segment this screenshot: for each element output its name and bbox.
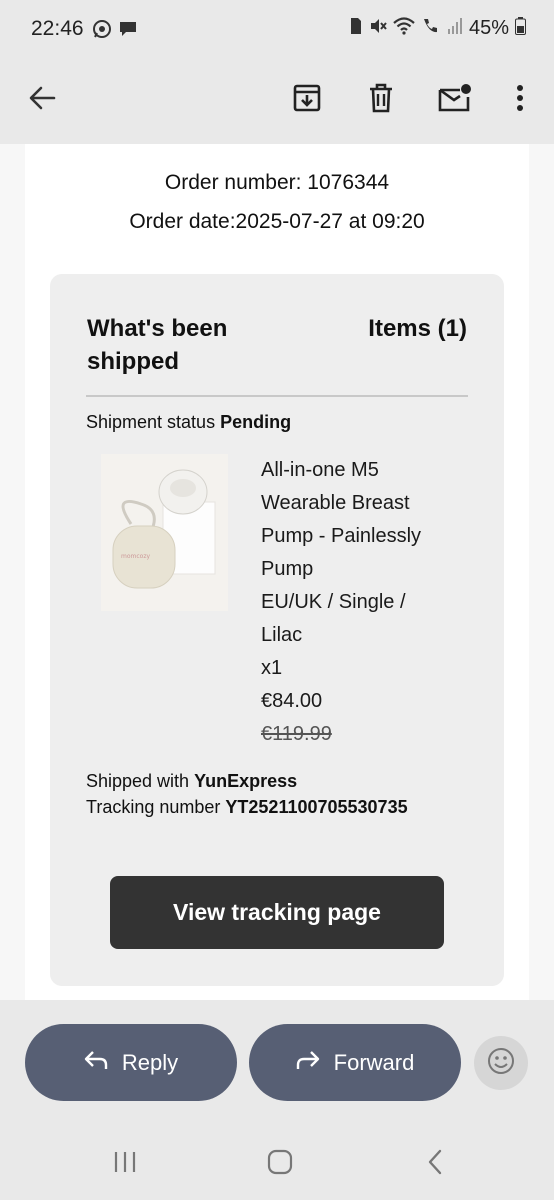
whatsapp-icon bbox=[92, 19, 112, 44]
shipment-status-label: Shipment status bbox=[86, 412, 216, 432]
archive-icon bbox=[292, 83, 322, 118]
chat-icon bbox=[118, 19, 138, 44]
emoji-icon bbox=[487, 1047, 515, 1080]
nav-back-button[interactable] bbox=[415, 1144, 455, 1184]
email-body: Order number: 1076344 Order date:2025-07… bbox=[25, 144, 529, 1000]
status-bar: 22:46 45% bbox=[0, 0, 554, 60]
back-button[interactable] bbox=[18, 76, 66, 124]
archive-button[interactable] bbox=[283, 76, 331, 124]
reply-button[interactable]: Reply bbox=[25, 1024, 237, 1101]
product-name-line: Pump bbox=[261, 558, 314, 580]
sim-icon bbox=[349, 17, 363, 40]
email-toolbar bbox=[0, 60, 554, 144]
more-options-button[interactable] bbox=[496, 76, 544, 124]
product-image[interactable]: momcozy bbox=[101, 454, 228, 611]
mark-unread-button[interactable] bbox=[431, 76, 479, 124]
tracking-number-value: YT2521100705530735 bbox=[225, 797, 408, 817]
shipment-status: Shipment status Pending bbox=[86, 412, 291, 433]
product-name-line: Pump - Painlessly bbox=[261, 525, 422, 547]
shipped-with-carrier: YunExpress bbox=[194, 771, 298, 791]
shipment-status-value: Pending bbox=[220, 412, 292, 432]
status-left-icons bbox=[92, 19, 138, 44]
emoji-react-button[interactable] bbox=[474, 1036, 528, 1090]
product-original-price: €119.99 bbox=[261, 723, 332, 745]
trash-icon bbox=[367, 83, 395, 118]
product-variant-line: Lilac bbox=[261, 624, 303, 646]
more-vert-icon bbox=[516, 84, 524, 117]
order-date: Order date:2025-07-27 at 09:20 bbox=[129, 210, 425, 233]
tracking-number-label: Tracking number bbox=[86, 797, 221, 817]
shipped-with-label: Shipped with bbox=[86, 771, 190, 791]
recents-icon bbox=[113, 1151, 137, 1178]
recents-button[interactable] bbox=[105, 1144, 145, 1184]
status-time: 22:46 bbox=[31, 17, 84, 40]
shipment-card: What's been shipped Items (1) Shipment s… bbox=[50, 274, 504, 986]
shipping-info: Shipped with YunExpress Tracking number … bbox=[86, 768, 408, 820]
wifi-icon bbox=[393, 17, 415, 40]
breast-pump-product-image: momcozy bbox=[101, 454, 228, 611]
forward-label: Forward bbox=[333, 1049, 415, 1075]
card-title: What's been shipped bbox=[87, 315, 228, 375]
home-button[interactable] bbox=[260, 1144, 300, 1184]
email-content[interactable]: Order number: 1076344 Order date:2025-07… bbox=[0, 144, 554, 1000]
signal-icon bbox=[447, 17, 463, 40]
product-name-line: Wearable Breast bbox=[261, 492, 410, 514]
order-number: Order number: 1076344 bbox=[164, 171, 390, 194]
status-right-icons: 45% bbox=[349, 17, 526, 40]
home-icon bbox=[267, 1149, 293, 1180]
product-quantity: x1 bbox=[261, 657, 283, 679]
divider bbox=[86, 395, 468, 397]
forward-icon bbox=[296, 1049, 320, 1077]
delete-button[interactable] bbox=[357, 76, 405, 124]
view-tracking-button[interactable]: View tracking page bbox=[110, 876, 444, 949]
product-details: All-in-one M5 Wearable Breast Pump - Pai… bbox=[261, 454, 451, 751]
battery-icon bbox=[515, 17, 526, 40]
product-name-line: All-in-one M5 bbox=[261, 459, 379, 481]
product-variant-line: EU/UK / Single / bbox=[261, 591, 406, 613]
product-price: €84.00 bbox=[261, 690, 323, 712]
mark-unread-icon bbox=[438, 83, 472, 118]
reply-label: Reply bbox=[121, 1049, 179, 1075]
mute-icon bbox=[369, 17, 387, 40]
battery-percentage: 45% bbox=[468, 17, 509, 39]
svg-text:momcozy: momcozy bbox=[121, 553, 150, 560]
nav-back-icon bbox=[427, 1149, 443, 1180]
wifi-call-icon bbox=[421, 17, 441, 40]
reply-icon bbox=[84, 1049, 108, 1077]
arrow-back-icon bbox=[28, 84, 56, 117]
items-count: Items (1) bbox=[368, 315, 467, 342]
forward-button[interactable]: Forward bbox=[249, 1024, 461, 1101]
system-nav-bar bbox=[0, 1130, 554, 1200]
